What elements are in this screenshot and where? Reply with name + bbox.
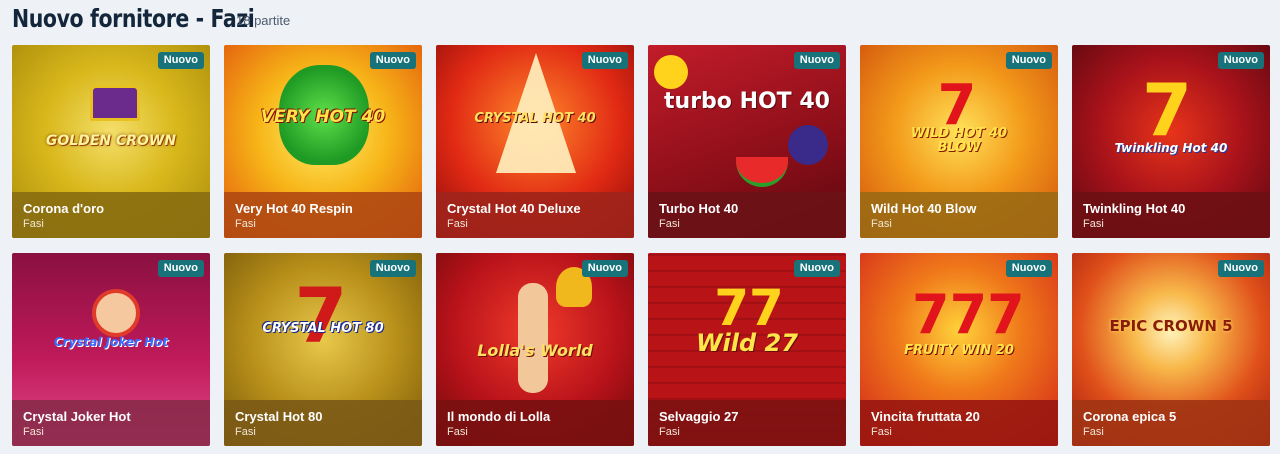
new-badge: Nuovo — [369, 52, 416, 69]
game-logo: GOLDEN CROWN — [45, 133, 177, 149]
game-caption: Very Hot 40 Respin Fasi — [224, 192, 422, 238]
game-logo: Lolla's World — [477, 341, 593, 360]
game-logo: EPIC CROWN 5 — [1109, 317, 1233, 335]
new-badge: Nuovo — [1217, 260, 1264, 277]
crown-icon — [90, 85, 140, 121]
game-caption: Selvaggio 27 Fasi — [648, 400, 846, 446]
game-caption: Il mondo di Lolla Fasi — [436, 400, 634, 446]
game-caption: Crystal Hot 80 Fasi — [224, 400, 422, 446]
game-provider: Fasi — [659, 218, 680, 230]
game-card[interactable]: 77 Wild 27 Nuovo Selvaggio 27 Fasi — [648, 253, 846, 446]
game-card[interactable]: EPIC CROWN 5 Nuovo Corona epica 5 Fasi — [1072, 253, 1270, 446]
game-title: Il mondo di Lolla — [447, 409, 551, 424]
watermelon-icon — [736, 157, 788, 187]
game-logo: Crystal Joker Hot — [53, 335, 169, 349]
game-title: Very Hot 40 Respin — [235, 201, 353, 216]
game-card[interactable]: VERY HOT 40 Nuovo Very Hot 40 Respin Fas… — [224, 45, 422, 238]
game-caption: Crystal Joker Hot Fasi — [12, 400, 210, 446]
game-logo: turbo HOT 40 — [664, 89, 830, 114]
game-title: Crystal Joker Hot — [23, 409, 131, 424]
game-card[interactable]: 777 FRUITY WIN 20 Nuovo Vincita fruttata… — [860, 253, 1058, 446]
game-provider: Fasi — [235, 218, 256, 230]
game-logo: Wild 27 — [696, 329, 798, 357]
game-provider: Fasi — [447, 218, 468, 230]
game-logo: VERY HOT 40 — [260, 107, 386, 127]
game-card[interactable]: 7 WILD HOT 40 BLOW Nuovo Wild Hot 40 Blo… — [860, 45, 1058, 238]
new-badge: Nuovo — [1005, 260, 1052, 277]
game-title: Crystal Hot 80 — [235, 409, 323, 424]
new-badge: Nuovo — [1005, 52, 1052, 69]
new-badge: Nuovo — [793, 260, 840, 277]
game-logo: CRYSTAL HOT 40 — [474, 111, 596, 126]
new-badge: Nuovo — [157, 260, 204, 277]
game-caption: Vincita fruttata 20 Fasi — [860, 400, 1058, 446]
game-title: Crystal Hot 40 Deluxe — [447, 201, 581, 216]
game-card[interactable]: GOLDEN CROWN Nuovo Corona d'oro Fasi — [12, 45, 210, 238]
seven-star-icon: 7 — [1141, 68, 1193, 152]
game-provider: Fasi — [871, 218, 892, 230]
new-badge: Nuovo — [369, 260, 416, 277]
game-title: Twinkling Hot 40 — [1083, 201, 1186, 216]
game-logo: FRUITY WIN 20 — [904, 343, 1014, 358]
game-caption: Twinkling Hot 40 Fasi — [1072, 192, 1270, 238]
game-provider: Fasi — [23, 218, 44, 230]
new-badge: Nuovo — [157, 52, 204, 69]
game-caption: Wild Hot 40 Blow Fasi — [860, 192, 1058, 238]
game-caption: Turbo Hot 40 Fasi — [648, 192, 846, 238]
new-badge: Nuovo — [581, 52, 628, 69]
game-provider: Fasi — [23, 426, 44, 438]
game-card[interactable]: turbo HOT 40 Nuovo Turbo Hot 40 Fasi — [648, 45, 846, 238]
seven-icon: 77 — [714, 279, 784, 337]
game-title: Vincita fruttata 20 — [871, 409, 980, 424]
game-card[interactable]: Lolla's World Nuovo Il mondo di Lolla Fa… — [436, 253, 634, 446]
game-card[interactable]: 7 CRYSTAL HOT 80 Nuovo Crystal Hot 80 Fa… — [224, 253, 422, 446]
new-badge: Nuovo — [793, 52, 840, 69]
game-title: Corona epica 5 — [1083, 409, 1177, 424]
game-title: Turbo Hot 40 — [659, 201, 739, 216]
game-card[interactable]: CRYSTAL HOT 40 Nuovo Crystal Hot 40 Delu… — [436, 45, 634, 238]
section-title: Nuovo fornitore - Fazi — [12, 4, 255, 33]
game-provider: Fasi — [447, 426, 468, 438]
new-badge: Nuovo — [581, 260, 628, 277]
game-provider: Fasi — [1083, 218, 1104, 230]
game-caption: Corona d'oro Fasi — [12, 192, 210, 238]
joker-icon — [92, 289, 140, 337]
game-card[interactable]: 7 Twinkling Hot 40 Nuovo Twinkling Hot 4… — [1072, 45, 1270, 238]
game-logo: Twinkling Hot 40 — [1114, 141, 1228, 155]
seven-icon: 7 — [294, 271, 348, 360]
game-provider: Fasi — [659, 426, 680, 438]
grapes-icon — [788, 125, 828, 165]
game-logo: CRYSTAL HOT 80 — [262, 321, 384, 336]
seven-icon: 777 — [912, 283, 1025, 346]
new-badge: Nuovo — [1217, 52, 1264, 69]
game-count: 18 partite — [236, 13, 291, 28]
game-provider: Fasi — [871, 426, 892, 438]
game-card[interactable]: Crystal Joker Hot Nuovo Crystal Joker Ho… — [12, 253, 210, 446]
game-title: Selvaggio 27 — [659, 409, 739, 424]
game-provider: Fasi — [235, 426, 256, 438]
game-provider: Fasi — [1083, 426, 1104, 438]
game-title: Wild Hot 40 Blow — [871, 201, 977, 216]
character-figure — [518, 283, 548, 393]
game-caption: Corona epica 5 Fasi — [1072, 400, 1270, 446]
seven-icon: 7 — [937, 73, 977, 138]
game-logo: WILD HOT 40 BLOW — [910, 126, 1008, 155]
game-title: Corona d'oro — [23, 201, 105, 216]
lemon-icon — [654, 55, 688, 89]
game-caption: Crystal Hot 40 Deluxe Fasi — [436, 192, 634, 238]
